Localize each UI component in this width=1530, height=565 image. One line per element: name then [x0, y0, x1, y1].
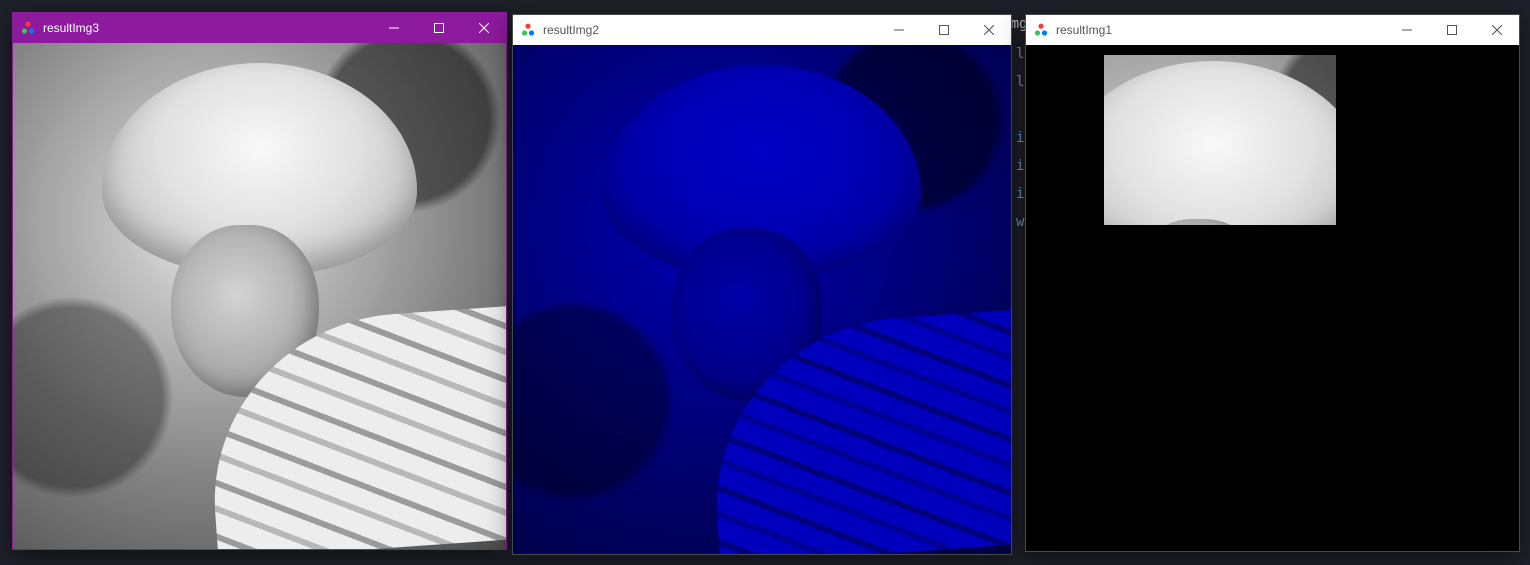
- close-button[interactable]: [461, 13, 506, 43]
- window-resultimg3[interactable]: resultImg3: [12, 12, 507, 550]
- close-button[interactable]: [1474, 15, 1519, 45]
- minimize-button[interactable]: [371, 13, 416, 43]
- window-resultimg2[interactable]: resultImg2: [512, 14, 1012, 555]
- opencv-icon: [21, 21, 35, 35]
- blue-tint-overlay: [513, 45, 1011, 554]
- minimize-button[interactable]: [876, 15, 921, 45]
- window-controls: [1384, 15, 1519, 45]
- image-viewport: [13, 43, 506, 549]
- window-title: resultImg2: [543, 23, 876, 37]
- image-viewport: [1026, 45, 1519, 551]
- titlebar[interactable]: resultImg2: [513, 15, 1011, 45]
- titlebar[interactable]: resultImg3: [13, 13, 506, 43]
- window-resultimg1[interactable]: resultImg1: [1025, 14, 1520, 552]
- window-controls: [371, 13, 506, 43]
- masked-image-region: [1104, 55, 1336, 225]
- close-button[interactable]: [966, 15, 1011, 45]
- editor-gutter-hints: l l i i i w: [1016, 40, 1024, 236]
- grayscale-crop: [1104, 55, 1336, 225]
- window-controls: [876, 15, 1011, 45]
- maximize-button[interactable]: [921, 15, 966, 45]
- maximize-button[interactable]: [1429, 15, 1474, 45]
- maximize-button[interactable]: [416, 13, 461, 43]
- opencv-icon: [521, 23, 535, 37]
- window-title: resultImg1: [1056, 23, 1384, 37]
- grayscale-image: [13, 43, 506, 549]
- minimize-button[interactable]: [1384, 15, 1429, 45]
- window-title: resultImg3: [43, 21, 371, 35]
- image-viewport: [513, 45, 1011, 554]
- opencv-icon: [1034, 23, 1048, 37]
- titlebar[interactable]: resultImg1: [1026, 15, 1519, 45]
